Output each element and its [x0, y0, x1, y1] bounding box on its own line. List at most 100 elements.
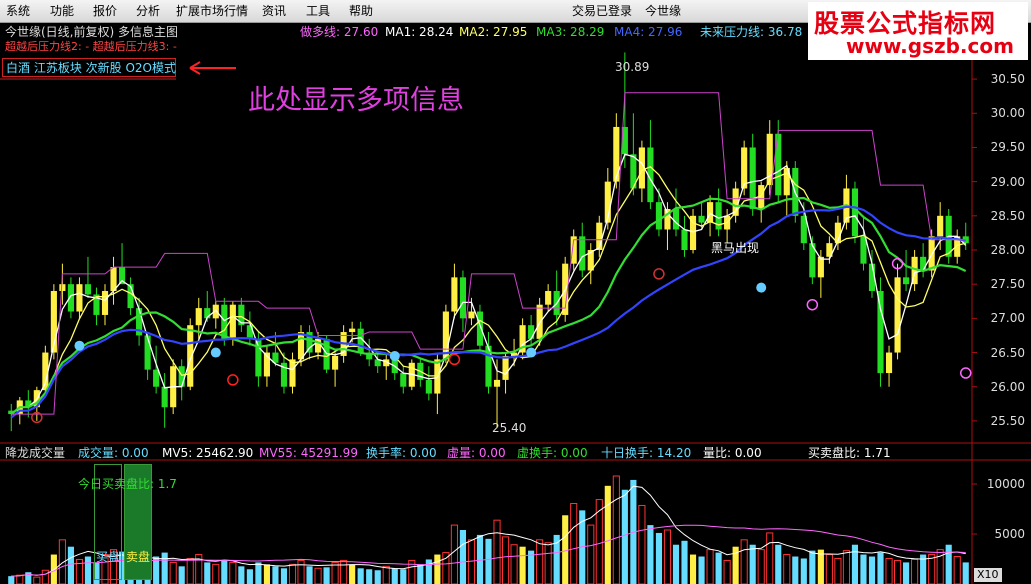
volume-bar [562, 515, 569, 584]
price-axis-label: 29.00 [990, 174, 1025, 189]
menu-quote[interactable]: 报价 [93, 3, 117, 19]
candle-body [493, 379, 501, 387]
volume-indicator-5: 虚换手: 0.00 [517, 446, 588, 460]
volume-bar [41, 569, 49, 584]
volume-bar [67, 546, 74, 584]
price-axis-label: 30.50 [990, 72, 1025, 87]
sector-info-text: 白酒 江苏板块 次新股 O2O模式 [6, 61, 176, 75]
volume-bar [775, 544, 782, 584]
scale-badge[interactable]: X10 [974, 568, 1002, 582]
volume-bar [510, 544, 518, 584]
candle-body [161, 386, 168, 408]
volume-bar [612, 475, 620, 584]
sell-label: 卖盘 [125, 550, 150, 564]
black-horse-label: 黑马出现 [711, 241, 760, 255]
volume-bar [706, 549, 714, 584]
candle-body [817, 256, 824, 278]
menu-tools[interactable]: 工具 [306, 3, 330, 19]
volume-bar [638, 504, 646, 584]
volume-bar [587, 524, 595, 584]
volume-bar [868, 556, 876, 584]
annotation-text: 此处显示多项信息 [248, 85, 464, 116]
candle-body [144, 335, 151, 370]
candle-body [178, 366, 185, 387]
indicator-2: MA2: 27.95 [459, 25, 528, 39]
volume-bar [8, 576, 15, 584]
menu-analysis[interactable]: 分析 [136, 3, 160, 19]
candle-body [894, 277, 901, 353]
volume-bar [911, 558, 919, 584]
volume-bar [698, 556, 705, 584]
volume-bar [800, 558, 807, 584]
price-axis-label: 29.50 [990, 140, 1025, 155]
volume-bar [953, 556, 961, 584]
volume-bar [280, 568, 288, 584]
candle-body [101, 291, 109, 315]
volume-indicator-8: 买卖盘比: 1.71 [808, 446, 891, 460]
volume-bar [391, 568, 398, 584]
volume-bar [536, 539, 544, 584]
volume-bar [962, 562, 969, 584]
menu-system[interactable]: 系统 [6, 3, 30, 19]
candle-body [681, 229, 688, 250]
candle-body [903, 277, 910, 285]
menu-function[interactable]: 功能 [50, 3, 74, 19]
volume-indicator-2: MV55: 45291.99 [259, 446, 358, 460]
candle-body [400, 373, 407, 387]
volume-bar [766, 532, 774, 584]
chart-canvas[interactable] [0, 22, 1031, 584]
high-price-label: 30.89 [615, 60, 650, 74]
diamond-icon [756, 282, 767, 293]
volume-indicator-6: 十日换手: 14.20 [601, 446, 692, 460]
volume-bar [485, 538, 492, 584]
candle-body [672, 208, 680, 230]
price-axis-label: 27.00 [990, 311, 1025, 326]
volume-bar [834, 557, 842, 584]
candle-body [579, 236, 586, 271]
candle-body [937, 215, 944, 237]
volume-bar [84, 556, 92, 584]
candle-body [476, 311, 484, 346]
volume-bar [450, 524, 458, 584]
volume-bar [783, 554, 791, 584]
price-axis-label: 27.50 [990, 277, 1025, 292]
volume-bar [400, 569, 407, 584]
volume-bar [825, 554, 833, 584]
candle-body [297, 332, 305, 360]
candle-body [707, 202, 714, 223]
diamond-icon [389, 350, 400, 361]
volume-bar [340, 559, 348, 584]
candle-body [332, 355, 339, 370]
volume-bar [885, 557, 893, 584]
volume-bar [186, 557, 194, 584]
candle-body [451, 277, 458, 312]
main-chart-title: 今世缘(日线,前复权) 多信息主图 [5, 25, 178, 39]
volume-bar [425, 559, 432, 584]
candle-body [468, 311, 475, 319]
volume-bar [945, 544, 952, 584]
volume-bar [792, 556, 799, 584]
pressure-line-text: 超越后压力线2: - 超越后压力线3: - [5, 40, 177, 53]
menu-help[interactable]: 帮助 [349, 3, 373, 19]
volume-bar [288, 563, 297, 584]
signal-marker [448, 353, 461, 366]
candle-body [195, 308, 202, 326]
signal-marker [227, 374, 239, 386]
candle-body [221, 304, 228, 339]
volume-bar [501, 536, 510, 584]
price-axis-label: 28.00 [990, 243, 1025, 257]
volume-bar [757, 549, 765, 584]
volume-bar [842, 550, 850, 584]
candle-body [613, 126, 620, 182]
volume-indicator-0: 成交量: 0.00 [78, 446, 149, 460]
volume-bar [476, 534, 484, 584]
candle-body [76, 284, 83, 312]
diamond-icon [74, 340, 85, 351]
candle-body [655, 202, 663, 230]
menu-news[interactable]: 资讯 [262, 3, 286, 19]
diamond-icon [526, 347, 537, 358]
menu-extended-market[interactable]: 扩展市场行情 [176, 3, 248, 19]
price-axis-label: 30.00 [990, 106, 1025, 121]
volume-bar [459, 530, 467, 584]
volume-bar [349, 564, 356, 584]
